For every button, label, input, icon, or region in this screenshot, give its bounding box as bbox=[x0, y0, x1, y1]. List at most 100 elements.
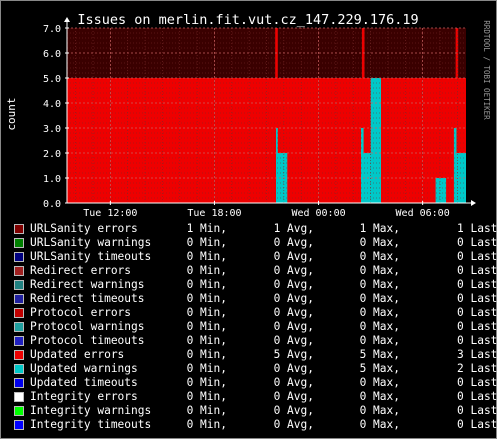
legend-swatch bbox=[14, 336, 24, 346]
legend-name: Redirect warnings bbox=[30, 278, 145, 291]
legend-name: Protocol timeouts bbox=[30, 334, 145, 347]
y-axis-label: count bbox=[5, 97, 18, 130]
legend-max: 0 Max, bbox=[359, 320, 400, 333]
legend-max: 0 Max, bbox=[359, 418, 400, 431]
legend-min: 0 Min, bbox=[186, 292, 227, 305]
legend-swatch bbox=[14, 294, 24, 304]
legend-avg: 0 Avg, bbox=[273, 418, 314, 431]
chart-title: Issues on merlin.fit.vut.cz_147.229.176.… bbox=[77, 12, 418, 28]
legend-min: 0 Min, bbox=[186, 250, 227, 263]
y-tick-label: 6.0 bbox=[43, 49, 61, 60]
legend-avg: 0 Avg, bbox=[273, 250, 314, 263]
legend-avg: 0 Avg, bbox=[273, 390, 314, 403]
legend-name: Updated timeouts bbox=[30, 376, 138, 389]
legend-avg: 0 Avg, bbox=[273, 404, 314, 417]
legend-row: Integrity errors 0 Min, 0 Avg, 0 Max, 0 Last bbox=[14, 390, 497, 404]
legend-min: 0 Min, bbox=[186, 376, 227, 389]
legend-max: 0 Max, bbox=[359, 334, 400, 347]
legend-avg: 5 Avg, bbox=[273, 348, 314, 361]
y-tick-label: 2.0 bbox=[43, 149, 61, 160]
legend-swatch bbox=[14, 308, 24, 318]
legend-avg: 0 Avg, bbox=[273, 334, 314, 347]
legend-name: Integrity warnings bbox=[30, 404, 152, 417]
legend-name: Updated warnings bbox=[30, 362, 138, 375]
legend-avg: 0 Avg, bbox=[273, 264, 314, 277]
legend-row: URLSanity warnings 0 Min, 0 Avg, 0 Max, 0 La… bbox=[14, 236, 497, 250]
legend-name: URLSanity warnings bbox=[30, 236, 152, 249]
x-axis-arrow bbox=[471, 200, 476, 206]
legend-swatch bbox=[14, 350, 24, 360]
legend-name: Integrity timeouts bbox=[30, 418, 152, 431]
legend-last: 0 Last bbox=[457, 334, 497, 347]
legend-swatch bbox=[14, 322, 24, 332]
legend-last: 0 Last bbox=[457, 418, 497, 431]
legend-min: 0 Min, bbox=[186, 236, 227, 249]
legend-last: 0 Last bbox=[457, 306, 497, 319]
legend-max: 0 Max, bbox=[359, 278, 400, 291]
legend-last: 3 Last bbox=[457, 348, 497, 361]
watermark-text: RRDTOOL / TOBI OETIKER bbox=[482, 20, 491, 120]
legend-swatch bbox=[14, 420, 24, 430]
legend-swatch bbox=[14, 252, 24, 262]
legend-last: 2 Last bbox=[457, 362, 497, 375]
legend-min: 0 Min, bbox=[186, 390, 227, 403]
legend-row: Updated warnings 0 Min, 0 Avg, 5 Max, 2 Last bbox=[14, 362, 497, 376]
x-tick-label: Wed 00:00 bbox=[291, 208, 345, 219]
legend-row: Redirect errors 0 Min, 0 Avg, 0 Max, 0 Last bbox=[14, 264, 497, 278]
legend-name: URLSanity errors bbox=[30, 222, 138, 235]
legend-last: 0 Last bbox=[457, 292, 497, 305]
legend-min: 0 Min, bbox=[186, 306, 227, 319]
legend-max: 5 Max, bbox=[359, 348, 400, 361]
legend-last: 0 Last bbox=[457, 320, 497, 333]
legend-max: 0 Max, bbox=[359, 390, 400, 403]
legend-max: 0 Max, bbox=[359, 236, 400, 249]
legend-last: 0 Last bbox=[457, 236, 497, 249]
legend-row: Updated errors 0 Min, 5 Avg, 5 Max, 3 Last bbox=[14, 348, 497, 362]
legend-min: 0 Min, bbox=[186, 278, 227, 291]
x-tick-label: Tue 12:00 bbox=[83, 208, 137, 219]
legend-swatch bbox=[14, 392, 24, 402]
legend-swatch bbox=[14, 224, 24, 234]
y-tick-label: 4.0 bbox=[43, 99, 61, 110]
legend-min: 0 Min, bbox=[186, 264, 227, 277]
legend-min: 1 Min, bbox=[186, 222, 227, 235]
legend-max: 5 Max, bbox=[359, 362, 400, 375]
legend-avg: 0 Avg, bbox=[273, 292, 314, 305]
legend: URLSanity errors 1 Min, 1 Avg, 1 Max, 1 Last… bbox=[14, 222, 497, 432]
legend-row: Protocol timeouts 0 Min, 0 Avg, 0 Max, 0 Las… bbox=[14, 334, 497, 348]
legend-row: URLSanity errors 1 Min, 1 Avg, 1 Max, 1 Last bbox=[14, 222, 497, 236]
legend-min: 0 Min, bbox=[186, 348, 227, 361]
legend-max: 0 Max, bbox=[359, 404, 400, 417]
legend-name: Redirect timeouts bbox=[30, 292, 145, 305]
legend-row: Updated timeouts 0 Min, 0 Avg, 0 Max, 0 Last bbox=[14, 376, 497, 390]
x-tick-label: Wed 06:00 bbox=[396, 208, 450, 219]
legend-last: 0 Last bbox=[457, 278, 497, 291]
legend-name: Protocol warnings bbox=[30, 320, 145, 333]
legend-max: 1 Max, bbox=[359, 222, 400, 235]
legend-avg: 0 Avg, bbox=[273, 236, 314, 249]
y-tick-label: 1.0 bbox=[43, 174, 61, 185]
legend-avg: 1 Avg, bbox=[273, 222, 314, 235]
legend-row: URLSanity timeouts 0 Min, 0 Avg, 0 Max, 0 La… bbox=[14, 250, 497, 264]
legend-swatch bbox=[14, 364, 24, 374]
legend-avg: 0 Avg, bbox=[273, 278, 314, 291]
legend-name: Protocol errors bbox=[30, 306, 132, 319]
chart-svg: 0.0 1.0 2.0 3.0 4.0 5.0 6.0 7.0 Tue 12:00 Tue 18:… bbox=[5, 12, 491, 219]
legend-min: 0 Min, bbox=[186, 362, 227, 375]
legend-last: 0 Last bbox=[457, 264, 497, 277]
y-axis-arrow bbox=[64, 17, 70, 22]
legend-max: 0 Max, bbox=[359, 250, 400, 263]
legend-max: 0 Max, bbox=[359, 306, 400, 319]
legend-name: URLSanity timeouts bbox=[30, 250, 152, 263]
legend-swatch bbox=[14, 238, 24, 248]
y-tick-label: 3.0 bbox=[43, 124, 61, 135]
legend-max: 0 Max, bbox=[359, 376, 400, 389]
legend-swatch bbox=[14, 406, 24, 416]
legend-last: 0 Last bbox=[457, 404, 497, 417]
legend-row: Redirect timeouts 0 Min, 0 Avg, 0 Max, 0 Las… bbox=[14, 292, 497, 306]
legend-min: 0 Min, bbox=[186, 320, 227, 333]
legend-swatch bbox=[14, 280, 24, 290]
legend-row: Integrity warnings 0 Min, 0 Avg, 0 Max, 0 La… bbox=[14, 404, 497, 418]
legend-swatch bbox=[14, 266, 24, 276]
legend-name: Integrity errors bbox=[30, 390, 138, 403]
